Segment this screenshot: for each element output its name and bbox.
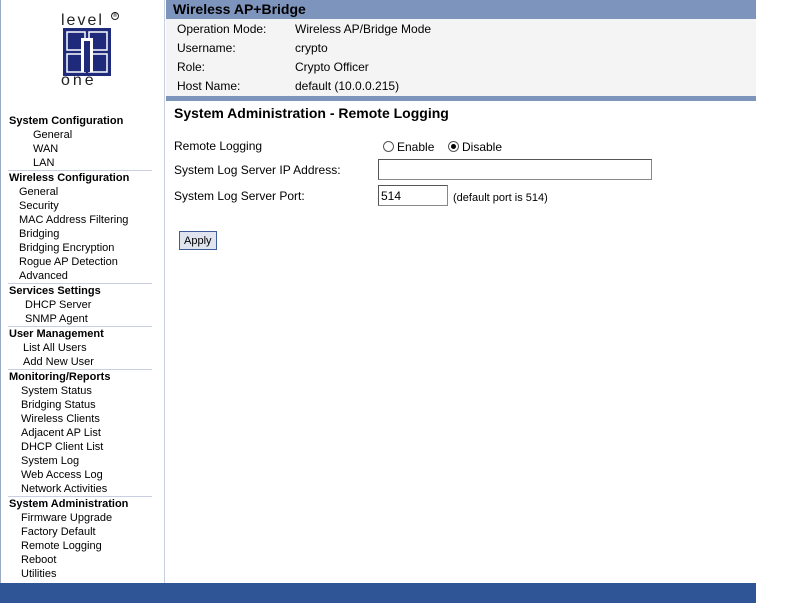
info-label: Host Name: (177, 79, 241, 93)
level-one-logo: level ® one (59, 12, 121, 90)
nav-link[interactable]: MAC Address Filtering (9, 213, 152, 227)
apply-button[interactable]: Apply (179, 231, 217, 250)
server-ip-label: System Log Server IP Address: (174, 163, 341, 177)
nav-link[interactable]: General (9, 128, 152, 142)
nav-link[interactable]: SNMP Agent (9, 312, 152, 326)
logo-mark-icon (63, 28, 111, 76)
remote-logging-row: Remote Logging (174, 139, 262, 153)
nav-link[interactable]: Utilities (9, 567, 152, 581)
nav-link[interactable]: Bridging Status (9, 398, 152, 412)
server-port-label: System Log Server Port: (174, 189, 305, 203)
nav-section-title: Monitoring/Reports (9, 371, 111, 383)
sidebar: level ® one System Configuration General W… (0, 0, 165, 583)
nav-section-title: System Administration (9, 498, 129, 510)
nav-link[interactable]: WAN (9, 142, 152, 156)
nav-link[interactable]: DHCP Client List (9, 440, 152, 454)
nav-section-title: User Management (9, 328, 104, 340)
nav-link[interactable]: DHCP Server (9, 298, 152, 312)
nav-link[interactable]: Firmware Upgrade (9, 511, 152, 525)
enable-radio-label: Enable (397, 140, 435, 154)
nav-link[interactable]: Bridging Encryption (9, 241, 152, 255)
nav-link[interactable]: Web Access Log (9, 468, 152, 482)
nav-link[interactable]: Rogue AP Detection (9, 255, 152, 269)
nav-link[interactable]: Security (9, 199, 152, 213)
info-value: Crypto Officer (295, 60, 369, 74)
device-info-panel: Operation Mode: Wireless AP/Bridge Mode … (166, 19, 756, 97)
page-title: System Administration - Remote Logging (174, 105, 449, 121)
remote-logging-enable-option[interactable]: Enable (383, 140, 434, 154)
disable-radio[interactable] (448, 141, 459, 152)
nav-section-title: Services Settings (9, 285, 101, 297)
enable-radio[interactable] (383, 141, 394, 152)
nav-link[interactable]: Adjacent AP List (9, 426, 152, 440)
nav-menu: System Configuration General WAN LAN Wireles… (8, 114, 152, 581)
info-value: Wireless AP/Bridge Mode (295, 22, 432, 36)
remote-logging-label: Remote Logging (174, 139, 263, 153)
logo-registered-mark: ® (111, 12, 119, 20)
info-value: default (10.0.0.215) (295, 79, 400, 93)
app-title: Wireless AP+Bridge (166, 0, 756, 19)
nav-link[interactable]: LAN (9, 156, 152, 170)
server-port-hint: (default port is 514) (453, 192, 548, 204)
main-content: System Administration - Remote Logging R… (166, 101, 756, 583)
nav-link[interactable]: Add New User (9, 355, 152, 369)
nav-link[interactable]: Advanced (9, 269, 152, 283)
disable-radio-label: Disable (462, 140, 503, 154)
nav-section-title: System Configuration (9, 115, 124, 127)
nav-link[interactable]: Bridging (9, 227, 152, 241)
nav-link[interactable]: General (9, 185, 152, 199)
server-ip-input[interactable] (378, 159, 652, 180)
footer-bar (0, 583, 756, 603)
info-label: Role: (177, 60, 206, 74)
nav-link[interactable]: Network Activities (9, 482, 152, 496)
nav-link[interactable]: List All Users (9, 341, 152, 355)
nav-section-title: Wireless Configuration (9, 172, 130, 184)
server-port-input[interactable] (378, 185, 448, 206)
nav-link[interactable]: System Log (9, 454, 152, 468)
nav-link[interactable]: Reboot (9, 553, 152, 567)
nav-link[interactable]: Remote Logging (9, 539, 152, 553)
nav-link[interactable]: Wireless Clients (9, 412, 152, 426)
info-label: Username: (177, 41, 236, 55)
nav-link[interactable]: Factory Default (9, 525, 152, 539)
nav-link[interactable]: System Status (9, 384, 152, 398)
info-label: Operation Mode: (177, 22, 267, 36)
info-value: crypto (295, 41, 328, 55)
remote-logging-disable-option[interactable]: Disable (448, 140, 502, 154)
logo-text-one: one (61, 72, 97, 89)
